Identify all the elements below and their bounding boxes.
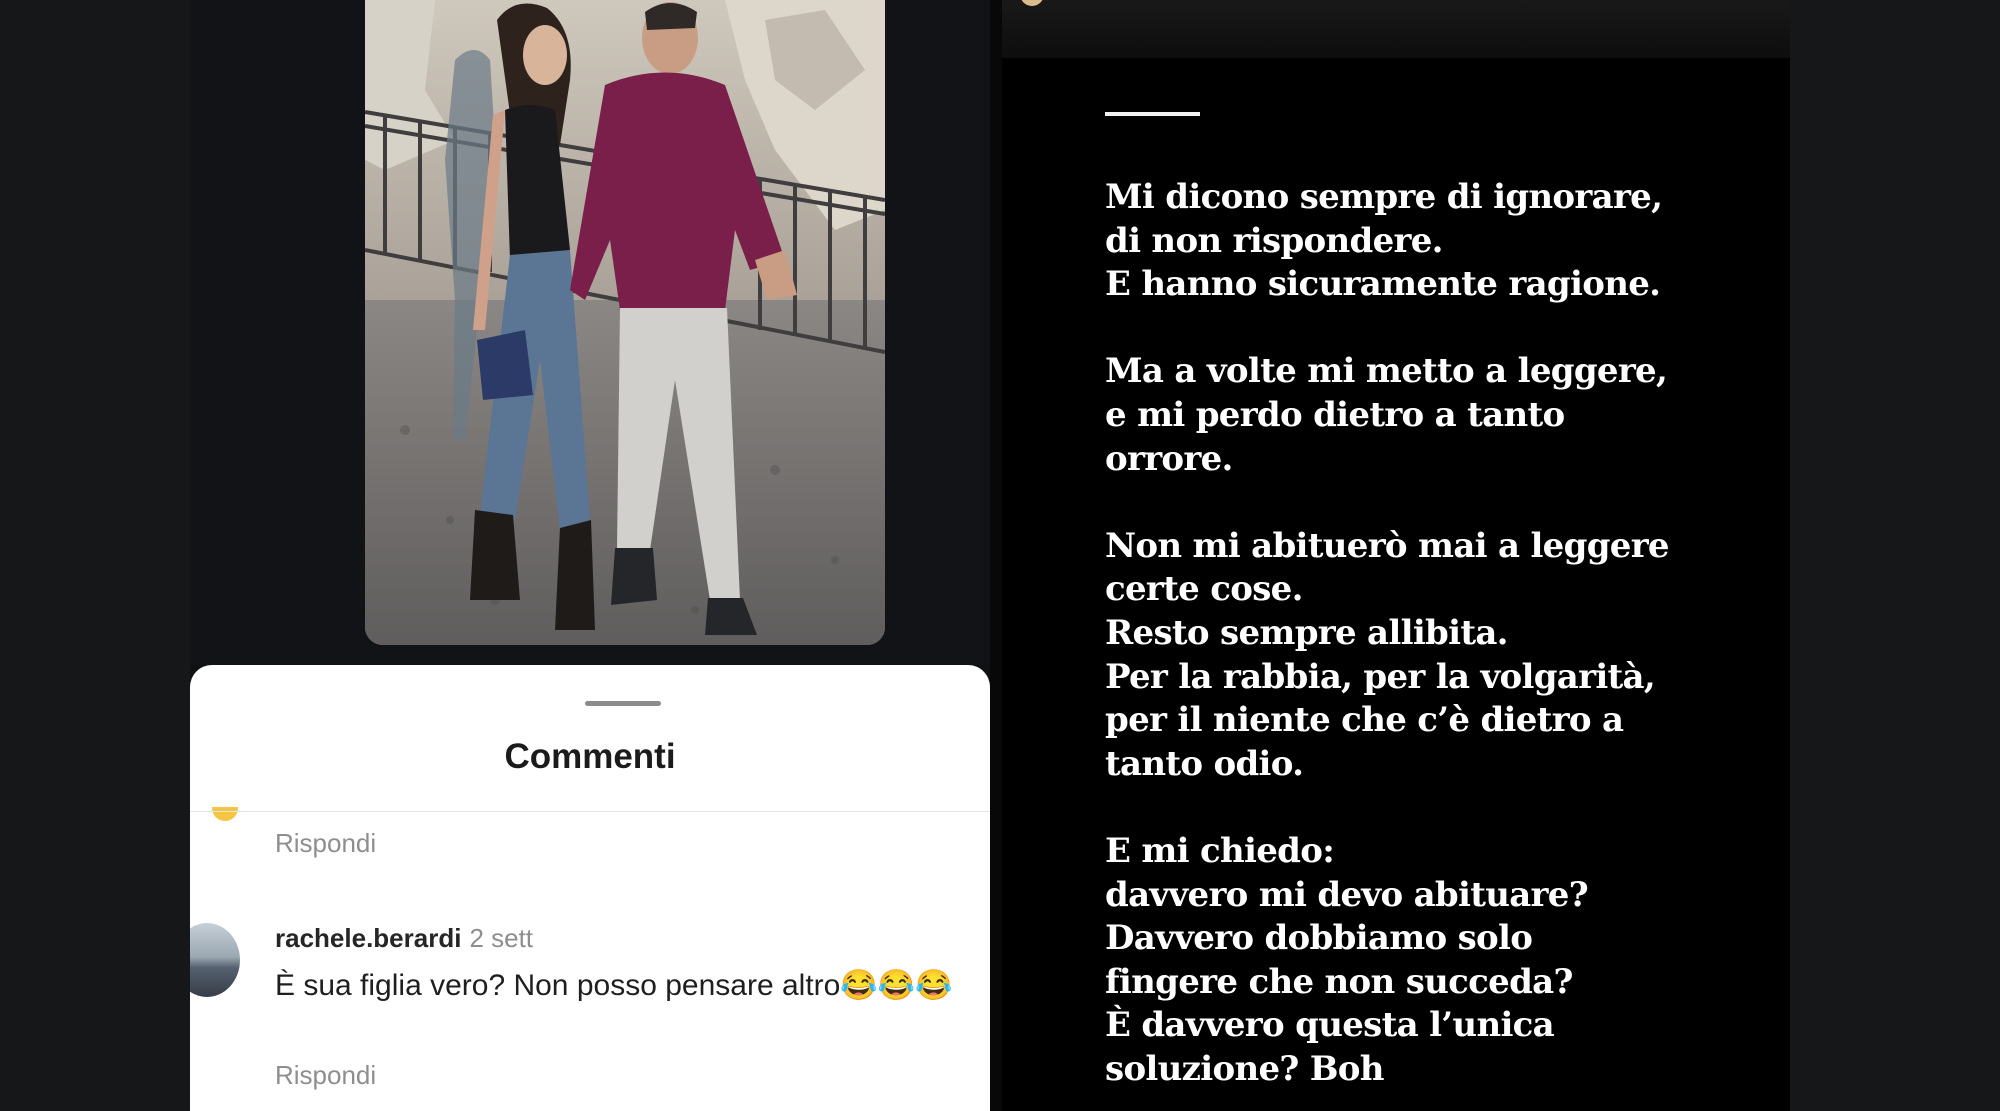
sheet-drag-handle[interactable] [585,701,661,706]
story-line: orrore. [1105,438,1233,479]
story-line: fingere che non succeda? [1105,961,1573,1002]
comment-username[interactable]: rachele.berardi [275,923,461,953]
comments-title: Commenti [504,737,676,776]
comments-sheet: Commenti Rispondi rachele.berardi 2 sett … [190,665,990,1111]
story-line: e mi perdo dietro a tanto [1105,394,1565,435]
story-line: tanto odio. [1105,743,1304,784]
story-line: È davvero questa l’unica [1105,1005,1555,1046]
reply-button[interactable]: Rispondi [275,828,376,859]
story-line: E hanno sicuramente ragione. [1105,264,1661,305]
story-text: Mi dicono sempre di ignorare, di non risp… [1105,176,1725,1091]
comment-header: rachele.berardi 2 sett [275,923,533,954]
story-line: Non mi abituerò mai a leggere [1105,525,1670,566]
laughing-emoji-icon [212,807,238,821]
story-line: E mi chiedo: [1105,830,1335,871]
post-with-comments-panel: Commenti Rispondi rachele.berardi 2 sett … [190,0,990,1111]
story-stanza: Ma a volte mi metto a leggere, e mi perdo… [1105,350,1725,481]
post-photo[interactable] [365,0,885,645]
story-rule [1105,112,1200,116]
avatar[interactable] [190,923,240,997]
story-line: Mi dicono sempre di ignorare, [1105,177,1663,217]
screenshot-collage: Commenti Rispondi rachele.berardi 2 sett … [0,0,2000,1111]
comment-text: È sua figlia vero? Non posso pensare alt… [275,969,953,1002]
story-line: davvero mi devo abituare? [1105,874,1589,915]
story-header [1002,0,1790,58]
comment-timestamp: 2 sett [469,923,534,953]
story-stanza: Non mi abituerò mai a leggere certe cose.… [1105,525,1725,787]
sheet-divider [190,811,990,812]
couple-walking-photo [365,0,885,645]
story-stanza: E mi chiedo: davvero mi devo abituare? Dav… [1105,830,1725,1092]
story-line: Davvero dobbiamo solo [1105,918,1533,959]
story-line: certe cose. [1105,569,1303,610]
reply-button[interactable]: Rispondi [275,1060,376,1091]
post-image-area [190,0,990,665]
story-stanza: Mi dicono sempre di ignorare, di non risp… [1105,176,1725,307]
story-panel: Mi dicono sempre di ignorare, di non risp… [1002,0,1790,1111]
story-line: Ma a volte mi metto a leggere, [1105,351,1668,392]
story-line: di non rispondere. [1105,220,1444,261]
panel-separator [990,0,1002,1111]
story-line: soluzione? Boh [1105,1048,1385,1089]
avatar[interactable] [1020,0,1044,6]
story-line: per il niente che c’è dietro a [1105,700,1624,741]
story-line: Per la rabbia, per la volgarità, [1105,656,1656,697]
story-line: Resto sempre allibita. [1105,612,1508,653]
